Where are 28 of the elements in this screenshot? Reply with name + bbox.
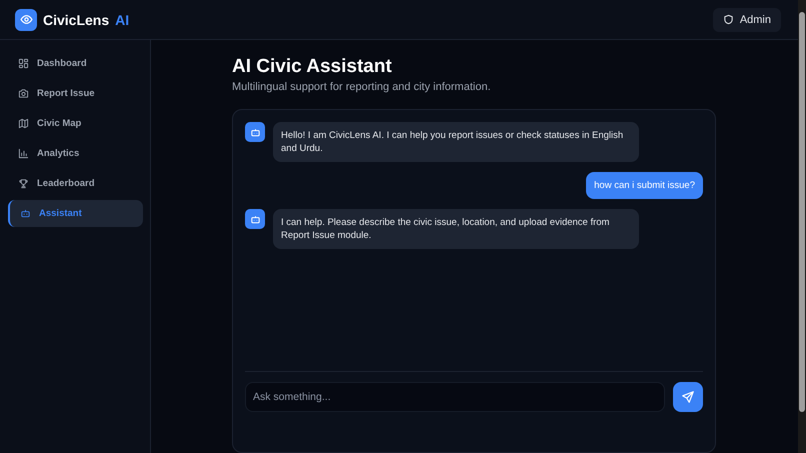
page-title: AI Civic Assistant bbox=[232, 56, 392, 78]
page-subtitle: Multilingual support for reporting and city information. bbox=[232, 81, 491, 93]
sidebar-item[interactable]: Assistant bbox=[8, 200, 143, 227]
bar-chart-icon bbox=[18, 148, 29, 159]
send-button[interactable] bbox=[673, 382, 703, 412]
grid-icon bbox=[18, 58, 29, 69]
scrollbar[interactable] bbox=[798, 0, 806, 453]
shield-icon bbox=[722, 14, 734, 25]
logo-icon bbox=[15, 8, 37, 30]
robot-avatar-icon bbox=[245, 122, 265, 142]
sidebar-item[interactable]: Report Issue bbox=[8, 80, 143, 107]
assistant-message: Hello! I am CivicLens AI. I can help you report issues or check statuses in English and Urdu. bbox=[273, 122, 639, 162]
sidebar-item[interactable]: Leaderboard bbox=[8, 170, 143, 197]
trophy-icon bbox=[18, 178, 29, 189]
sidebar-item[interactable]: Analytics bbox=[8, 140, 143, 167]
user-message: how can i submit issue? bbox=[586, 172, 703, 199]
app-name-suffix: AI bbox=[115, 12, 130, 28]
camera-icon bbox=[18, 88, 29, 99]
assistant-message: I can help. Please describe the civic issue, location, and upload evidence from Report Issue module. bbox=[273, 209, 639, 249]
map-icon bbox=[18, 118, 29, 129]
message-input[interactable]: Ask something... bbox=[245, 382, 665, 412]
send-icon bbox=[681, 390, 695, 404]
robot-icon bbox=[20, 208, 31, 219]
sidebar-item[interactable]: Dashboard bbox=[8, 50, 143, 77]
robot-avatar-icon bbox=[245, 209, 265, 229]
app-name: CivicLens bbox=[43, 12, 110, 28]
admin-button[interactable]: Admin bbox=[712, 8, 781, 32]
sidebar-item[interactable]: Civic Map bbox=[8, 110, 143, 137]
